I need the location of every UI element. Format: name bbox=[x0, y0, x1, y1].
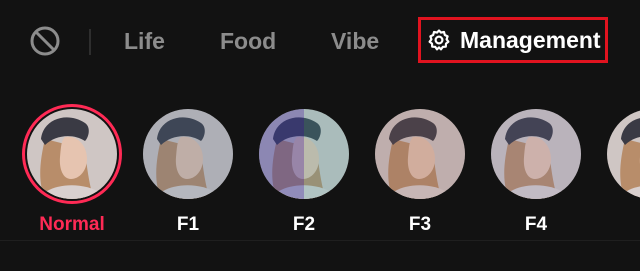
tab-divider bbox=[89, 29, 91, 55]
tab-management[interactable]: Management bbox=[418, 17, 608, 63]
filter-category-tabs: Life Food Vibe Management bbox=[0, 0, 640, 84]
tab-vibe[interactable]: Vibe bbox=[331, 26, 379, 56]
filter-label: F2 bbox=[292, 214, 316, 235]
filter-thumbnail bbox=[259, 109, 349, 199]
filter-f1[interactable]: F1 bbox=[138, 104, 238, 238]
filter-label: Normal bbox=[39, 214, 105, 235]
filter-list: Normal F1 F2 F3 F4 bbox=[0, 100, 640, 240]
gear-icon bbox=[428, 29, 450, 51]
filter-label: F1 bbox=[176, 214, 200, 235]
filter-f4[interactable]: F4 bbox=[486, 104, 586, 238]
tab-management-label: Management bbox=[460, 27, 601, 53]
filter-thumbnail bbox=[607, 109, 640, 199]
filter-f2[interactable]: F2 bbox=[254, 104, 354, 238]
filter-thumbnail bbox=[27, 109, 117, 199]
filter-normal[interactable]: Normal bbox=[22, 104, 122, 238]
filter-next-partial[interactable] bbox=[602, 104, 640, 238]
filter-thumbnail bbox=[491, 109, 581, 199]
filter-label: F4 bbox=[524, 214, 548, 235]
filter-f3[interactable]: F3 bbox=[370, 104, 470, 238]
no-filter-icon[interactable] bbox=[29, 25, 61, 57]
filter-thumbnail bbox=[375, 109, 465, 199]
tab-food[interactable]: Food bbox=[220, 26, 276, 56]
filter-thumbnail bbox=[143, 109, 233, 199]
panel-divider bbox=[0, 240, 640, 241]
filter-label: F3 bbox=[408, 214, 432, 235]
tab-life[interactable]: Life bbox=[124, 26, 165, 56]
